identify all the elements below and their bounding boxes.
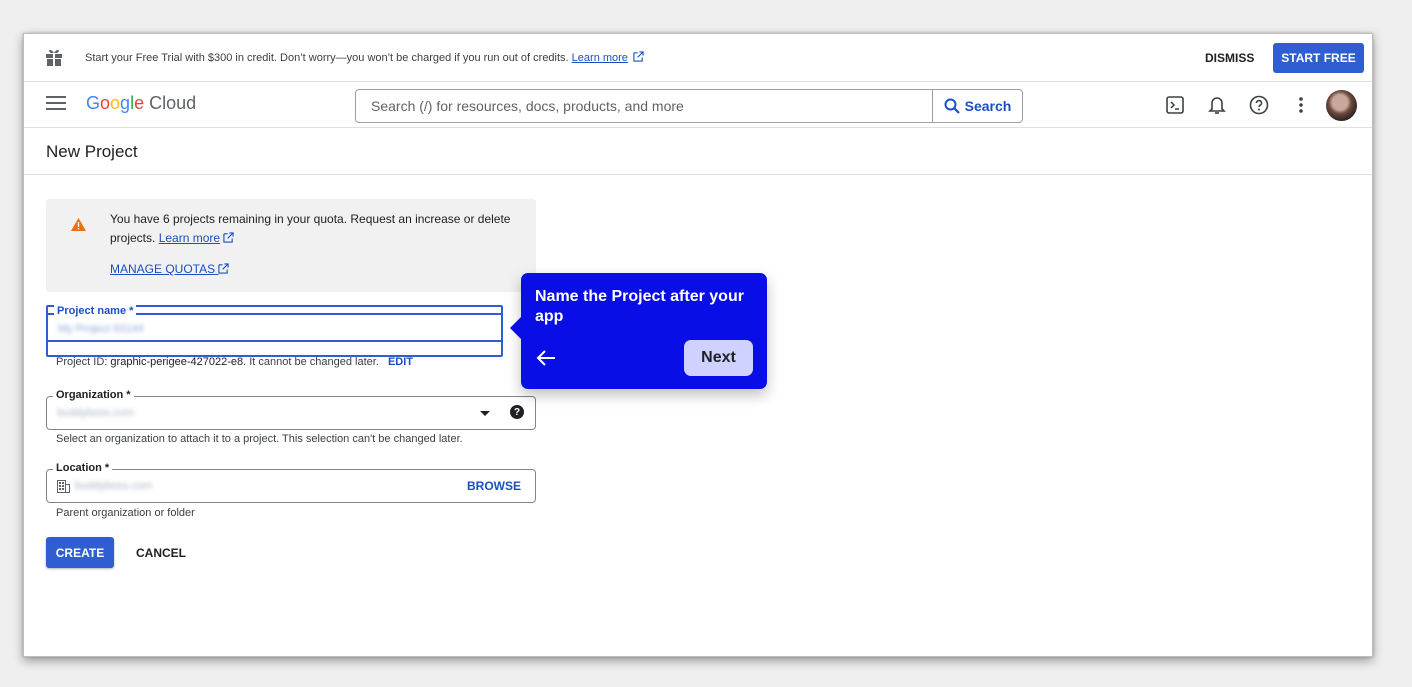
next-button[interactable]: Next <box>684 340 753 376</box>
logo-letter: G <box>86 93 101 113</box>
banner-learn-more-link[interactable]: Learn more <box>572 52 628 64</box>
logo-letter: e <box>134 93 145 113</box>
external-link-icon <box>218 263 230 274</box>
warning-icon <box>71 218 86 231</box>
organization-helper: Select an organization to attach it to a… <box>56 433 463 445</box>
logo-letter: g <box>120 93 131 113</box>
help-icon[interactable]: ? <box>510 405 524 419</box>
chevron-down-icon[interactable] <box>480 411 490 416</box>
create-button[interactable]: CREATE <box>46 537 114 568</box>
search-icon <box>944 98 960 114</box>
tooltip-pointer <box>510 317 521 339</box>
quota-notice-text: You have 6 projects remaining in your qu… <box>110 210 520 248</box>
more-vert-icon[interactable] <box>1290 94 1312 116</box>
browser-window: Start your Free Trial with $300 in credi… <box>23 33 1373 657</box>
external-link-icon <box>633 51 644 62</box>
page-title: New Project <box>46 142 138 161</box>
location-helper: Parent organization or folder <box>56 507 195 519</box>
quota-learn-more-link[interactable]: Learn more <box>159 231 220 245</box>
arrow-back-icon[interactable] <box>535 347 557 369</box>
manage-quotas-link[interactable]: MANAGE QUOTAS <box>110 262 230 276</box>
avatar[interactable] <box>1326 90 1357 121</box>
search-input[interactable]: Search (/) for resources, docs, products… <box>356 90 932 122</box>
cancel-button[interactable]: CANCEL <box>128 537 194 568</box>
search-button[interactable]: Search <box>932 90 1022 122</box>
dismiss-button[interactable]: DISMISS <box>1195 43 1264 73</box>
banner-message: Start your Free Trial with $300 in credi… <box>85 51 644 64</box>
location-field[interactable]: Location * buddyboss.com BROWSE <box>46 462 536 503</box>
notifications-icon[interactable] <box>1206 94 1228 116</box>
project-id-helper: Project ID: graphic-perigee-427022-e8. I… <box>56 356 413 368</box>
project-name-value[interactable]: My Project 93144 <box>58 323 144 335</box>
logo-cloud-text: Cloud <box>149 93 197 113</box>
search-bar: Search (/) for resources, docs, products… <box>355 89 1023 123</box>
tooltip-text: Name the Project after your app <box>535 288 744 325</box>
logo-letter: o <box>100 93 111 113</box>
menu-icon[interactable] <box>46 96 66 112</box>
help-icon[interactable] <box>1248 94 1270 116</box>
external-link-icon <box>223 232 235 243</box>
project-id-prefix: Project ID: <box>56 356 108 368</box>
organization-label: Organization * <box>53 389 134 401</box>
project-id-value: graphic-perigee-427022-e8. <box>110 356 247 368</box>
top-navigation-bar: Google Cloud Search (/) for resources, d… <box>24 82 1372 128</box>
organization-select[interactable]: Organization * buddyboss.com ? <box>46 389 536 430</box>
start-free-button[interactable]: START FREE <box>1273 43 1364 73</box>
organization-value: buddyboss.com <box>57 407 135 419</box>
cloud-shell-icon[interactable] <box>1164 94 1186 116</box>
project-name-field[interactable]: Project name * My Project 93144 <box>46 305 503 357</box>
search-button-label: Search <box>964 98 1012 114</box>
divider <box>24 174 1372 175</box>
manage-quotas-label: MANAGE QUOTAS <box>110 262 216 276</box>
project-id-suffix: It cannot be changed later. <box>249 356 379 368</box>
browse-button[interactable]: BROWSE <box>467 479 521 493</box>
quota-notice: You have 6 projects remaining in your qu… <box>46 199 536 292</box>
free-trial-banner: Start your Free Trial with $300 in credi… <box>24 34 1372 82</box>
building-icon <box>57 480 70 493</box>
google-cloud-logo[interactable]: Google Cloud <box>86 93 196 114</box>
location-label: Location * <box>53 462 113 474</box>
gift-icon <box>46 49 62 67</box>
edit-project-id-button[interactable]: EDIT <box>388 356 413 368</box>
logo-letter: o <box>110 93 121 113</box>
banner-text: Start your Free Trial with $300 in credi… <box>85 52 569 64</box>
walkthrough-tooltip: Name the Project after your app Next <box>510 273 767 389</box>
project-name-label: Project name * <box>54 305 137 317</box>
location-value: buddyboss.com <box>75 480 153 492</box>
